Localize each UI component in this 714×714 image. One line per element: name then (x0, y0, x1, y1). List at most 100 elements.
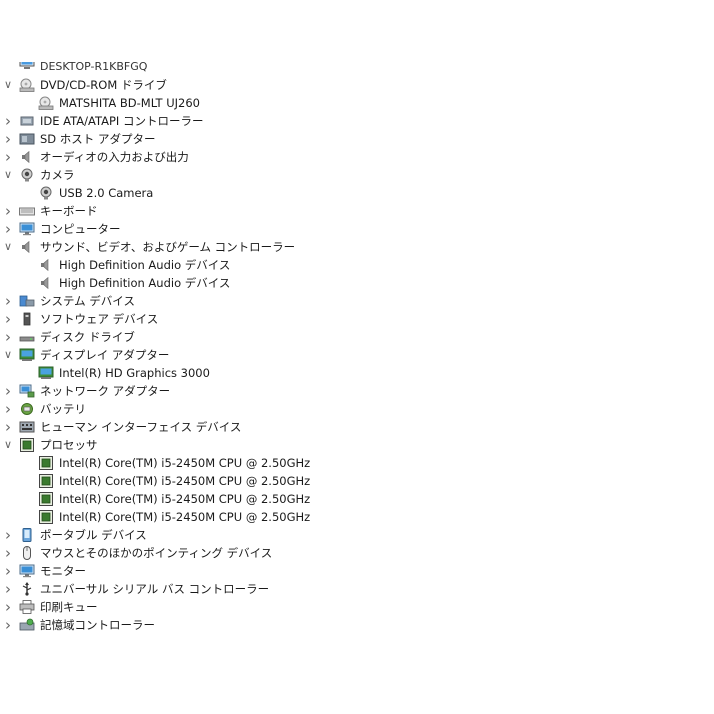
display-adapter-icon (38, 366, 54, 380)
chevron-right-icon[interactable]: › (1, 328, 15, 346)
storage-controller-icon (19, 618, 35, 632)
tree-category[interactable]: › モニター (0, 562, 714, 580)
portable-device-icon (19, 528, 35, 542)
tree-category[interactable]: › システム デバイス (0, 292, 714, 310)
tree-item-label: カメラ (40, 168, 75, 182)
chevron-right-icon[interactable]: › (1, 544, 15, 562)
chevron-down-icon[interactable]: ∨ (1, 346, 15, 364)
tree-item-label: High Definition Audio デバイス (59, 276, 231, 290)
chevron-right-icon[interactable]: › (1, 400, 15, 418)
tree-item-label: Intel(R) Core(TM) i5-2450M CPU @ 2.50GHz (59, 456, 311, 470)
tree-category[interactable]: › ユニバーサル シリアル バス コントローラー (0, 580, 714, 598)
tree-device[interactable]: Intel(R) Core(TM) i5-2450M CPU @ 2.50GHz (0, 490, 714, 508)
tree-item-label: 記憶域コントローラー (40, 618, 155, 632)
processor-icon (38, 456, 54, 470)
tree-device[interactable]: High Definition Audio デバイス (0, 256, 714, 274)
tree-item-label: モニター (40, 564, 86, 578)
tree-device[interactable]: High Definition Audio デバイス (0, 274, 714, 292)
tree-device[interactable]: MATSHITA BD-MLT UJ260 (0, 94, 714, 112)
camera-icon (38, 186, 54, 200)
tree-device[interactable]: Intel(R) HD Graphics 3000 (0, 364, 714, 382)
optical-drive-icon (19, 78, 35, 92)
speaker-icon (19, 150, 35, 164)
tree-category[interactable]: › ネットワーク アダプター (0, 382, 714, 400)
chevron-right-icon[interactable]: › (1, 418, 15, 436)
chevron-right-icon[interactable]: › (1, 616, 15, 634)
tree-item-label: ユニバーサル シリアル バス コントローラー (40, 582, 270, 596)
tree-item-label: ネットワーク アダプター (40, 384, 171, 398)
chevron-right-icon[interactable]: › (1, 598, 15, 616)
sd-host-icon (19, 132, 35, 146)
processor-icon (38, 474, 54, 488)
speaker-icon (38, 258, 54, 272)
tree-device[interactable]: Intel(R) Core(TM) i5-2450M CPU @ 2.50GHz (0, 508, 714, 526)
tree-device[interactable]: Intel(R) Core(TM) i5-2450M CPU @ 2.50GHz (0, 472, 714, 490)
tree-item-label: オーディオの入力および出力 (40, 150, 189, 164)
chevron-down-icon[interactable]: ∨ (1, 166, 15, 184)
tree-category[interactable]: ∨ ディスプレイ アダプター (0, 346, 714, 364)
chevron-right-icon[interactable]: › (1, 382, 15, 400)
tree-category[interactable]: › コンピューター (0, 220, 714, 238)
mouse-icon (19, 546, 35, 560)
chevron-right-icon[interactable]: › (1, 580, 15, 598)
tree-item-label: サウンド、ビデオ、およびゲーム コントローラー (40, 240, 296, 254)
tree-category[interactable]: › バッテリ (0, 400, 714, 418)
chevron-right-icon[interactable]: › (1, 526, 15, 544)
chevron-right-icon[interactable]: › (1, 310, 15, 328)
tree-category[interactable]: › ソフトウェア デバイス (0, 310, 714, 328)
tree-category[interactable]: › SD ホスト アダプター (0, 130, 714, 148)
chevron-down-icon[interactable]: ∨ (1, 76, 15, 94)
tree-item-label: DESKTOP-R1KBFGQ (40, 62, 148, 73)
tree-item-label: プロセッサ (40, 438, 98, 452)
tree-device[interactable]: Intel(R) Core(TM) i5-2450M CPU @ 2.50GHz (0, 454, 714, 472)
chevron-right-icon[interactable]: › (1, 202, 15, 220)
tree-device[interactable]: USB 2.0 Camera (0, 184, 714, 202)
chevron-down-icon[interactable]: ∨ (1, 436, 15, 454)
optical-drive-icon (38, 96, 54, 110)
tree-category[interactable]: ∨ DVD/CD-ROM ドライブ (0, 76, 714, 94)
tree-category[interactable]: › 記憶域コントローラー (0, 616, 714, 634)
chevron-right-icon[interactable]: › (1, 148, 15, 166)
software-device-icon (19, 312, 35, 326)
processor-icon (19, 438, 35, 452)
tree-category[interactable]: ∨ プロセッサ (0, 436, 714, 454)
battery-icon (19, 402, 35, 416)
tree-item-label: コンピューター (40, 222, 121, 236)
chevron-right-icon[interactable]: › (1, 112, 15, 130)
tree-category[interactable]: › オーディオの入力および出力 (0, 148, 714, 166)
chevron-right-icon[interactable]: › (1, 130, 15, 148)
chevron-right-icon[interactable]: › (1, 220, 15, 238)
hid-icon (19, 420, 35, 434)
tree-category[interactable]: › キーボード (0, 202, 714, 220)
system-device-icon (19, 294, 35, 308)
ide-controller-icon (19, 114, 35, 128)
tree-category[interactable]: › ヒューマン インターフェイス デバイス (0, 418, 714, 436)
tree-item-label: 印刷キュー (40, 600, 98, 614)
chevron-right-icon[interactable]: › (1, 292, 15, 310)
processor-icon (38, 492, 54, 506)
device-tree: DESKTOP-R1KBFGQ ∨ DVD/CD-ROM ドライブ MATSHITA … (0, 62, 714, 634)
tree-item-label: ソフトウェア デバイス (40, 312, 159, 326)
tree-item-label: ヒューマン インターフェイス デバイス (40, 420, 242, 434)
tree-item-label: Intel(R) HD Graphics 3000 (59, 366, 210, 380)
chevron-down-icon[interactable]: ∨ (1, 238, 15, 256)
tree-category[interactable]: ∨ カメラ (0, 166, 714, 184)
display-adapter-icon (19, 348, 35, 362)
tree-category[interactable]: › ポータブル デバイス (0, 526, 714, 544)
tree-item-label: High Definition Audio デバイス (59, 258, 231, 272)
processor-icon (38, 510, 54, 524)
tree-item-label: DVD/CD-ROM ドライブ (40, 78, 167, 92)
tree-category[interactable]: › 印刷キュー (0, 598, 714, 616)
tree-category[interactable]: › マウスとそのほかのポインティング デバイス (0, 544, 714, 562)
tree-item-label: IDE ATA/ATAPI コントローラー (40, 114, 204, 128)
tree-item-label: Intel(R) Core(TM) i5-2450M CPU @ 2.50GHz (59, 510, 311, 524)
chevron-right-icon[interactable]: › (1, 562, 15, 580)
tree-category[interactable]: › IDE ATA/ATAPI コントローラー (0, 112, 714, 130)
tree-category[interactable]: ∨ サウンド、ビデオ、およびゲーム コントローラー (0, 238, 714, 256)
tree-category[interactable]: › ディスク ドライブ (0, 328, 714, 346)
disk-drive-icon (19, 330, 35, 344)
tree-category[interactable]: DESKTOP-R1KBFGQ (0, 62, 714, 76)
tree-item-label: MATSHITA BD-MLT UJ260 (59, 96, 200, 110)
printer-icon (19, 600, 35, 614)
tree-item-label: バッテリ (40, 402, 86, 416)
